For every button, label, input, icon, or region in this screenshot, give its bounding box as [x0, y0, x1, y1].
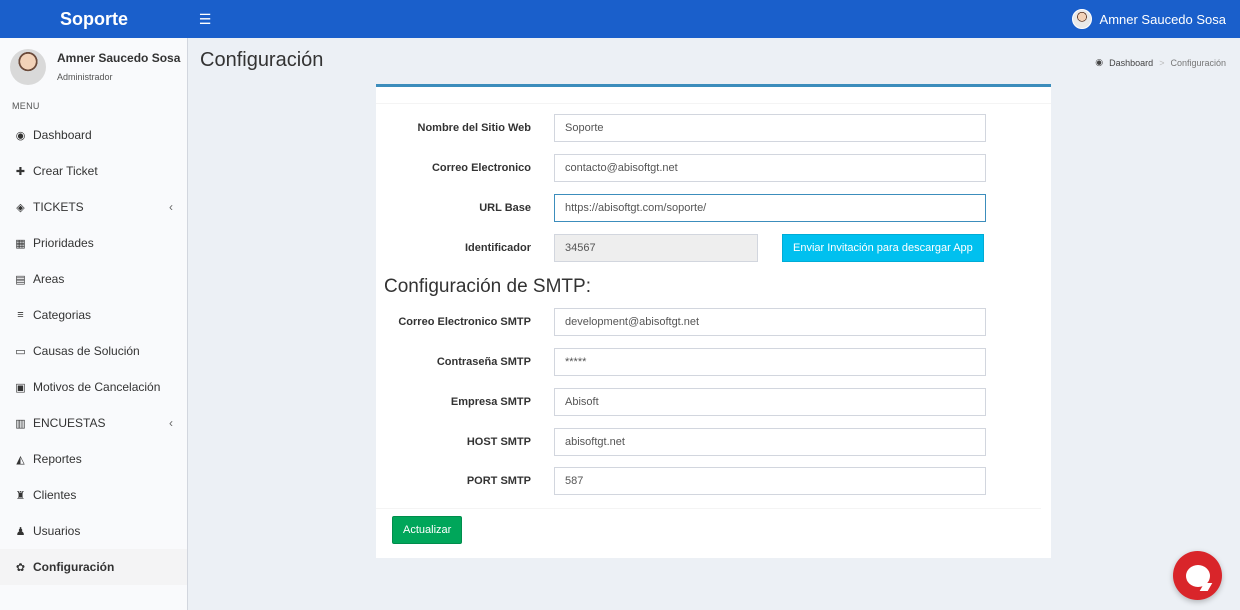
sidebar-item-tickets[interactable]: ◈ TICKETS ‹ — [0, 189, 187, 225]
breadcrumb-home-link[interactable]: Dashboard — [1109, 58, 1153, 68]
hamburger-icon[interactable]: ☰ — [188, 0, 222, 38]
sidebar-item-label: Causas de Solución — [33, 344, 140, 358]
ticket-icon: ◈ — [16, 201, 25, 214]
sidebar-item-label: Crear Ticket — [33, 164, 98, 178]
base-url-label: URL Base — [479, 202, 531, 214]
list-icon: ▤ — [15, 273, 26, 286]
sidebar-item-usuarios[interactable]: ♟ Usuarios — [0, 513, 187, 549]
dashboard-icon: ◉ — [15, 129, 26, 142]
sidebar-item-label: Clientes — [33, 488, 77, 502]
smtp-host-input[interactable] — [554, 428, 986, 456]
breadcrumb: ◉ Dashboard > Configuración — [1095, 57, 1226, 68]
send-invitation-button[interactable]: Enviar Invitación para descargar App — [782, 234, 984, 262]
identifier-input — [554, 234, 758, 262]
sidebar-item-motivos-de-cancelacion[interactable]: ▣ Motivos de Cancelación — [0, 369, 187, 405]
top-navbar: Soporte ☰ Amner Saucedo Sosa — [0, 0, 1240, 38]
avatar — [10, 48, 46, 85]
base-url-input[interactable] — [554, 194, 986, 222]
smtp-company-row: Empresa SMTP — [376, 388, 1051, 416]
sidebar-item-label: Motivos de Cancelación — [33, 380, 161, 394]
smtp-port-row: PORT SMTP — [376, 467, 1051, 495]
email-row: Correo Electronico — [376, 154, 1051, 182]
chat-bubble-icon — [1185, 564, 1210, 587]
identifier-label: Identificador — [464, 242, 531, 254]
base-url-row: URL Base — [376, 194, 1051, 222]
sidebar-item-label: Usuarios — [33, 524, 81, 538]
smtp-password-label: Contraseña SMTP — [436, 356, 531, 368]
dashboard-icon: ◉ — [1095, 57, 1104, 67]
smtp-password-row: Contraseña SMTP — [376, 348, 1051, 376]
smtp-host-label: HOST SMTP — [466, 436, 531, 448]
gear-icon: ✿ — [15, 561, 26, 574]
folder-icon: ▭ — [15, 345, 26, 358]
card-icon: ▣ — [15, 381, 26, 394]
site-name-input[interactable] — [554, 114, 986, 142]
users-icon: ♟ — [15, 525, 26, 538]
user-tie-icon: ♜ — [15, 489, 26, 502]
smtp-port-label: PORT SMTP — [466, 475, 531, 487]
sidebar-item-label: Dashboard — [33, 128, 92, 142]
chat-widget-button[interactable] — [1173, 551, 1222, 600]
sidebar-item-label: ENCUESTAS — [33, 416, 106, 430]
config-form-box: Nombre del Sitio Web Correo Electronico … — [376, 84, 1051, 558]
site-name-row: Nombre del Sitio Web — [376, 114, 1051, 142]
sidebar-item-dashboard[interactable]: ◉ Dashboard — [0, 117, 187, 153]
smtp-company-label: Empresa SMTP — [450, 396, 531, 408]
user-menu[interactable]: Amner Saucedo Sosa — [1071, 0, 1226, 38]
sidebar-item-label: Prioridades — [33, 236, 94, 250]
area-chart-icon: ◭ — [16, 453, 25, 466]
sidebar-item-label: Configuración — [33, 560, 115, 574]
smtp-email-label: Correo Electronico SMTP — [398, 316, 531, 328]
user-panel: Amner Saucedo Sosa Administrador — [0, 38, 187, 95]
site-name-label: Nombre del Sitio Web — [417, 122, 531, 134]
sidebar-item-prioridades[interactable]: ▦ Prioridades — [0, 225, 187, 261]
box-divider — [376, 103, 1051, 104]
sidebar-item-reportes[interactable]: ◭ Reportes — [0, 441, 187, 477]
identifier-row: Identificador Enviar Invitación para des… — [376, 234, 1051, 262]
user-panel-name: Amner Saucedo Sosa — [57, 51, 181, 65]
breadcrumb-separator: > — [1159, 57, 1165, 68]
sidebar-item-label: Areas — [33, 272, 65, 286]
page-title: Configuración — [200, 49, 324, 71]
email-label: Correo Electronico — [431, 162, 531, 174]
breadcrumb-current: Configuración — [1170, 57, 1226, 68]
sidebar-item-label: Reportes — [33, 452, 82, 466]
smtp-email-row: Correo Electronico SMTP — [376, 308, 1051, 336]
smtp-section-title: Configuración de SMTP: — [384, 276, 591, 297]
smtp-password-input[interactable] — [554, 348, 986, 376]
calendar-icon: ▥ — [15, 417, 26, 430]
user-panel-role: Administrador — [57, 72, 113, 82]
grid-icon: ▦ — [15, 237, 26, 250]
avatar — [1071, 9, 1092, 29]
sidebar-item-categorias[interactable]: ≡ Categorias — [0, 297, 187, 333]
sidebar-item-clientes[interactable]: ♜ Clientes — [0, 477, 187, 513]
sidebar-item-crear-ticket[interactable]: ✚ Crear Ticket — [0, 153, 187, 189]
chevron-left-icon: ‹ — [169, 200, 173, 214]
menu-header: MENU — [12, 101, 40, 111]
sidebar-item-configuracion[interactable]: ✿ Configuración — [0, 549, 187, 585]
sidebar-item-areas[interactable]: ▤ Areas — [0, 261, 187, 297]
user-menu-name: Amner Saucedo Sosa — [1099, 11, 1226, 27]
sidebar-item-label: Categorias — [33, 308, 92, 322]
sidebar: Amner Saucedo Sosa Administrador MENU ◉ D… — [0, 38, 188, 610]
brand-logo[interactable]: Soporte — [0, 0, 188, 38]
sidebar-menu: ◉ Dashboard ✚ Crear Ticket ◈ TICKETS ‹ ▦ Priorid… — [0, 117, 187, 585]
plus-icon: ✚ — [15, 165, 26, 178]
smtp-company-input[interactable] — [554, 388, 986, 416]
smtp-host-row: HOST SMTP — [376, 428, 1051, 456]
sidebar-item-label: TICKETS — [33, 200, 84, 214]
bars-icon: ≡ — [17, 309, 24, 321]
smtp-email-input[interactable] — [554, 308, 986, 336]
chevron-left-icon: ‹ — [169, 416, 173, 430]
email-input[interactable] — [554, 154, 986, 182]
box-footer-divider — [376, 508, 1041, 509]
sidebar-item-causas-de-solucion[interactable]: ▭ Causas de Solución — [0, 333, 187, 369]
update-button[interactable]: Actualizar — [392, 516, 463, 544]
sidebar-item-encuestas[interactable]: ▥ ENCUESTAS ‹ — [0, 405, 187, 441]
smtp-port-input[interactable] — [554, 467, 986, 495]
